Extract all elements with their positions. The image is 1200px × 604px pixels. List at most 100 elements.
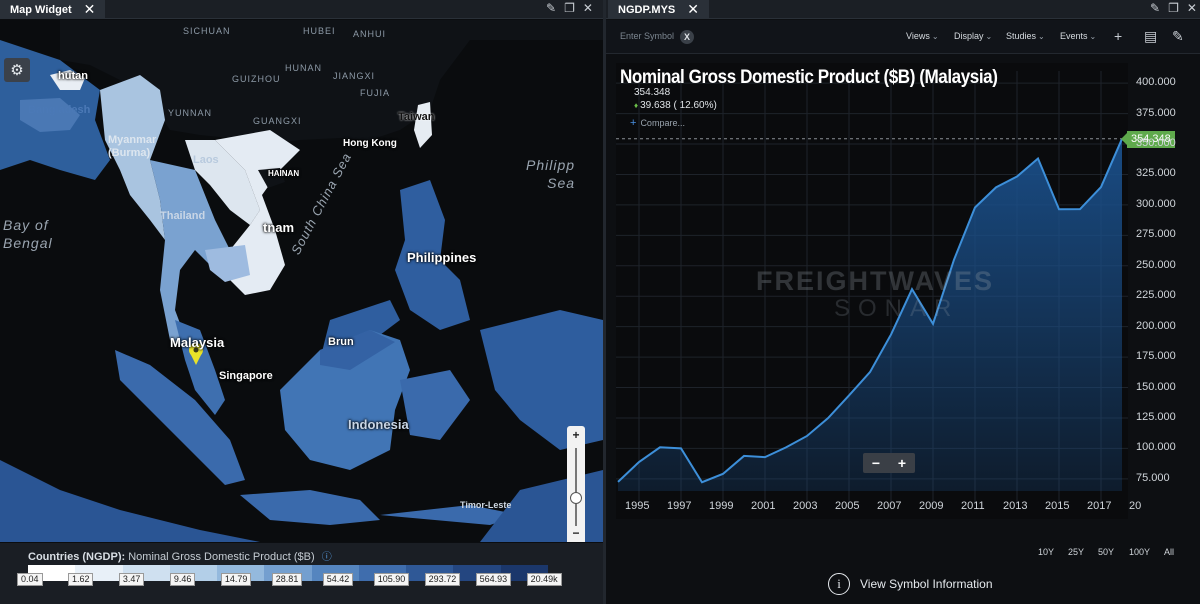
chart-toolbar: Enter Symbol X Views ⌄ Display ⌄ Studies ⌄ … (606, 20, 1200, 54)
map-zoom-out-button[interactable]: − (567, 526, 585, 540)
map-label-myanmar: Myanmar (Burma) (108, 134, 157, 159)
popout-icon[interactable]: ❐ (1168, 1, 1179, 15)
chart-tabbar: NGDP.MYS ✕ ✎ ❐ ✕ (606, 0, 1200, 19)
menu-label: Events (1060, 31, 1088, 41)
view-info-label: View Symbol Information (860, 577, 993, 591)
legend-tick-label: 28.81 (271, 573, 303, 586)
x-tick-label: 1995 (625, 500, 650, 512)
cambodia-region (205, 245, 250, 282)
map-widget-panel: Map Widget ✕ ✎ ❐ ✕ ⚙ SICHUAN HUBEI ANHUI… (0, 0, 603, 604)
map-label-philippines: Philippines (407, 250, 477, 265)
map-label-taiwan: Taiwan (398, 111, 435, 123)
comment-icon[interactable]: ▤ (1144, 28, 1157, 45)
watermark-logo: FREIGHTWAVES (756, 266, 995, 296)
edit-icon[interactable]: ✎ (1150, 1, 1160, 15)
symbol-input[interactable]: Enter Symbol (620, 31, 674, 41)
x-tick-label: 2007 (877, 500, 902, 512)
y-tick-label: 350.000 (1136, 137, 1176, 150)
zoom-in-button[interactable]: + (898, 455, 906, 471)
window-controls: ✎ ❐ ✕ (1150, 1, 1197, 15)
map-canvas[interactable]: ⚙ SICHUAN HUBEI ANHUI HUNAN JIANGXI FUJI… (0, 20, 603, 542)
range-selector: 10Y 25Y 50Y 100Y All (606, 538, 1200, 568)
map-label-philippine-sea: Philipp Sea (526, 157, 576, 191)
x-tick-label: 2011 (961, 500, 985, 512)
x-tick-label: 20 (1129, 500, 1142, 512)
map-label-hong-kong: Hong Kong (343, 138, 397, 149)
map-label-hainan: HAINAN (268, 169, 300, 178)
y-tick-label: 225.000 (1136, 289, 1176, 302)
legend-tick-label: 564.93 (475, 573, 512, 586)
x-tick-label: 1999 (709, 500, 734, 512)
map-label-singapore: Singapore (219, 370, 273, 382)
map-label-malaysia: Malaysia (170, 335, 225, 350)
legend-tick-label: 0.04 (17, 573, 43, 586)
map-label-bay-of-bengal: Bay of Bengal (3, 217, 53, 251)
x-tick-label: 2001 (751, 500, 776, 512)
range-button-10y[interactable]: 10Y (1038, 547, 1054, 557)
map-label-timor-leste: Timor-Leste (460, 500, 512, 510)
settings-gear-icon[interactable]: ⚙ (4, 58, 30, 82)
change-text: 39.638 ( 12.60%) (640, 100, 717, 111)
window-controls: ✎ ❐ ✕ (546, 1, 593, 15)
legend-tick-label: 14.79 (220, 573, 252, 586)
legend-tick-label: 1.62 (67, 573, 94, 586)
map-label-jiangxi: JIANGXI (333, 71, 376, 81)
range-button-100y[interactable]: 100Y (1129, 547, 1150, 557)
draw-pencil-icon[interactable]: ✎ (1172, 28, 1184, 45)
map-zoom-in-button[interactable]: + (567, 428, 585, 442)
symbol-clear-button[interactable]: X (680, 30, 694, 44)
y-tick-label: 325.000 (1136, 167, 1176, 180)
x-tick-label: 2003 (793, 500, 818, 512)
y-tick-label: 75.000 (1136, 471, 1170, 484)
compare-button[interactable]: + Compare... (630, 117, 685, 129)
map-zoom-knob[interactable] (570, 492, 582, 504)
menu-events[interactable]: Events ⌄ (1060, 31, 1096, 41)
map-label-hunan: HUNAN (285, 63, 323, 73)
map-label-vietnam: tnam (263, 220, 295, 235)
close-icon[interactable]: ✕ (687, 1, 699, 18)
y-tick-label: 125.000 (1136, 410, 1176, 423)
sulawesi-region (400, 370, 470, 440)
close-icon[interactable]: ✕ (1187, 1, 1197, 15)
menu-display[interactable]: Display ⌄ (954, 31, 992, 41)
map-svg (0, 20, 603, 542)
map-label-fujian: FUJIA (360, 88, 391, 98)
map-zoom-track[interactable] (575, 448, 577, 526)
range-button-50y[interactable]: 50Y (1098, 547, 1114, 557)
map-label-guangxi: GUANGXI (253, 116, 302, 126)
y-tick-label: 300.000 (1136, 197, 1176, 210)
y-tick-label: 200.000 (1136, 319, 1176, 332)
range-button-all[interactable]: All (1164, 547, 1174, 557)
chevron-down-icon: ⌄ (931, 32, 939, 41)
chart-title: Nominal Gross Domestic Product ($B) (Mal… (620, 67, 998, 88)
map-label-sichuan: SICHUAN (183, 26, 231, 36)
x-tick-label: 2013 (1003, 500, 1028, 512)
watermark-subtitle: SONAR (834, 295, 960, 322)
close-icon[interactable]: ✕ (84, 1, 96, 18)
tab-ngdp-mys[interactable]: NGDP.MYS ✕ (608, 0, 709, 19)
map-zoom-control[interactable]: + − ▲ (567, 426, 585, 542)
menu-views[interactable]: Views ⌄ (906, 31, 939, 41)
tab-map-widget[interactable]: Map Widget ✕ (0, 0, 106, 19)
range-button-25y[interactable]: 25Y (1068, 547, 1084, 557)
zoom-out-button[interactable]: − (872, 455, 880, 471)
x-tick-label: 2009 (919, 500, 944, 512)
map-label-indonesia: Indonesia (348, 417, 409, 432)
popout-icon[interactable]: ❐ (564, 1, 575, 15)
menu-studies[interactable]: Studies ⌄ (1006, 31, 1045, 41)
x-tick-label: 1997 (667, 500, 692, 512)
crosshair-plus-icon[interactable]: + (1114, 28, 1122, 44)
info-circle-icon: i (828, 573, 850, 595)
close-icon[interactable]: ✕ (583, 1, 593, 15)
chevron-down-icon: ⌄ (985, 32, 993, 41)
info-icon[interactable]: ⓘ (322, 552, 332, 563)
x-tick-label: 2015 (1045, 500, 1070, 512)
edit-icon[interactable]: ✎ (546, 1, 556, 15)
view-symbol-info-button[interactable]: i View Symbol Information (828, 573, 993, 595)
map-label-laos: Laos (193, 154, 219, 166)
map-label-thailand: Thailand (160, 210, 206, 222)
menu-label: Display (954, 31, 984, 41)
map-label-bhutan: hutan (58, 70, 88, 82)
legend-tick-label: 54.42 (322, 573, 354, 586)
x-tick-label: 2005 (835, 500, 860, 512)
